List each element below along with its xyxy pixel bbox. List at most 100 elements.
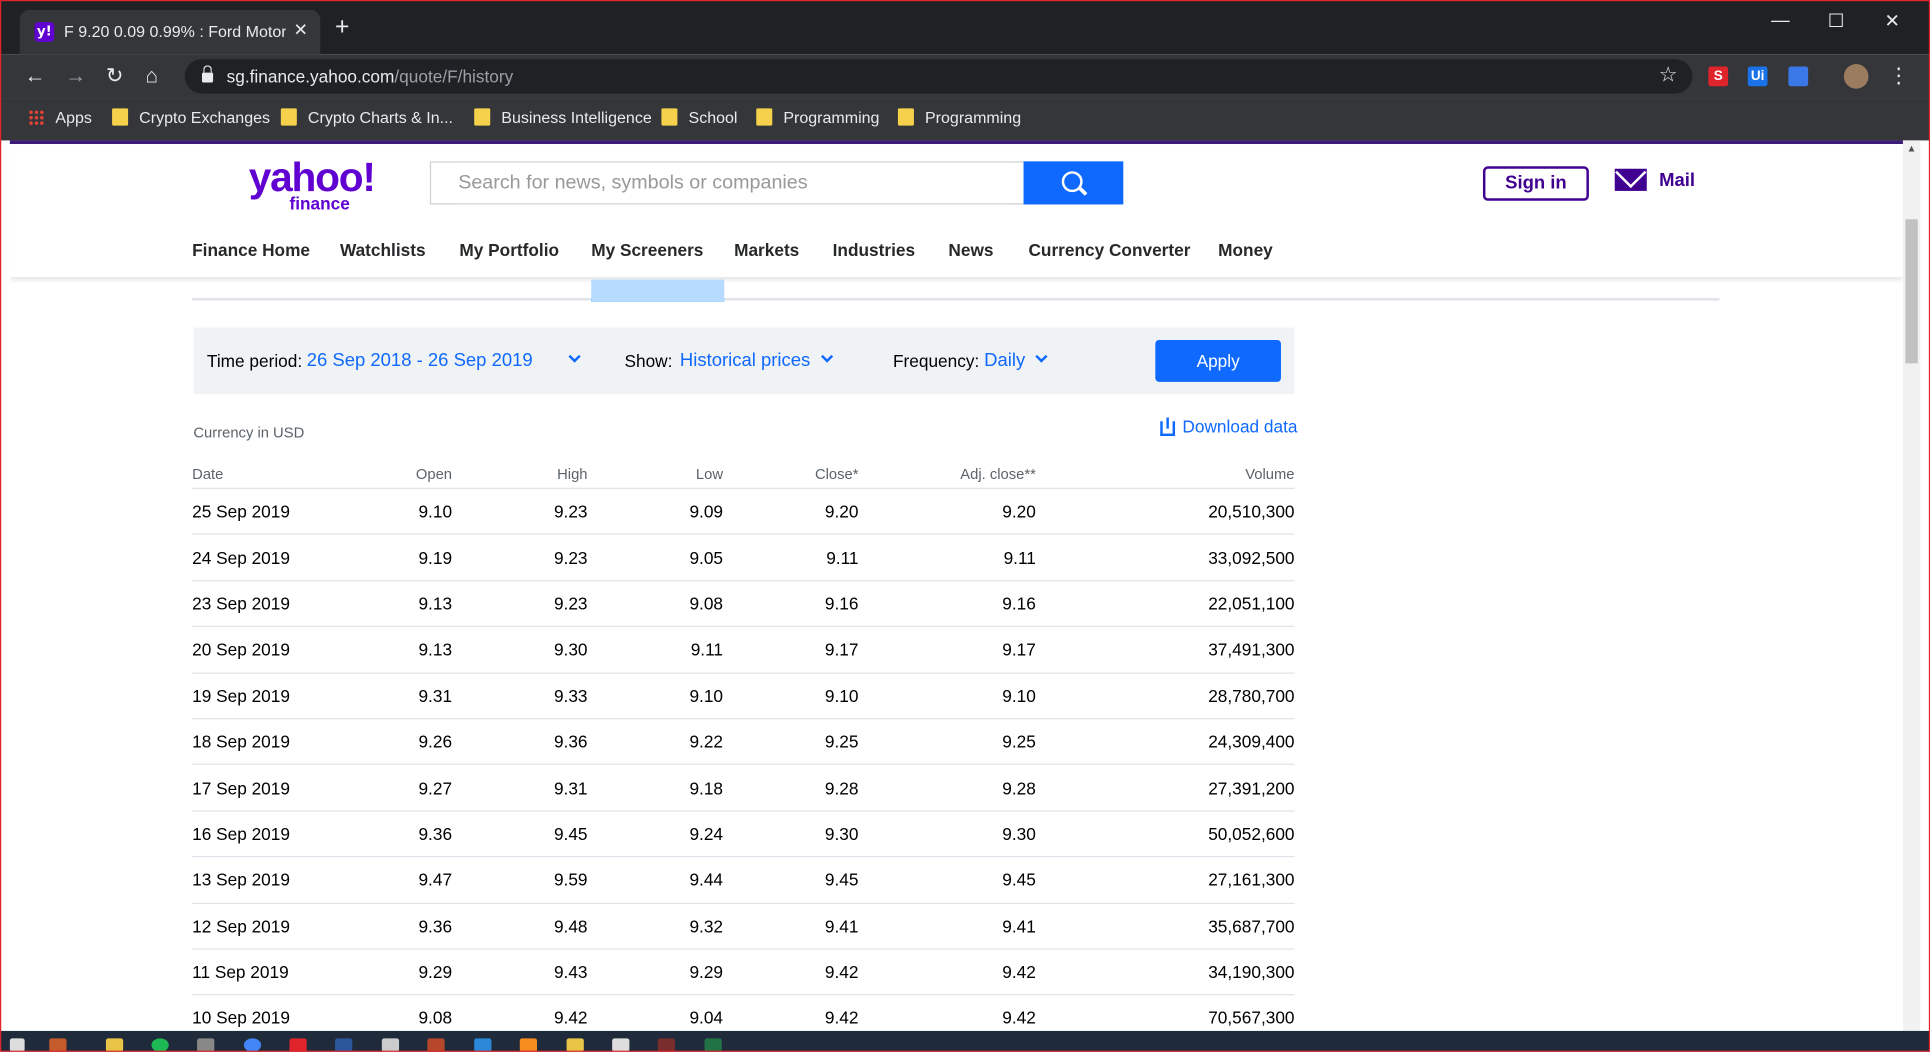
- cell-low: 9.18: [587, 764, 724, 812]
- mail-envelope-icon: [1614, 168, 1647, 191]
- cell-open: 9.26: [376, 718, 453, 766]
- extension-s-icon[interactable]: S: [1708, 66, 1729, 87]
- col-date: Date: [192, 460, 377, 489]
- download-data-link[interactable]: Download data: [1160, 416, 1297, 437]
- nav-my-portfolio[interactable]: My Portfolio: [459, 240, 559, 260]
- bookmark-programming-1[interactable]: Programming: [756, 108, 879, 127]
- excel-icon[interactable]: [704, 1038, 722, 1052]
- bookmark-star-icon[interactable]: ☆: [1659, 63, 1678, 88]
- maximize-icon[interactable]: ☐: [1828, 10, 1845, 32]
- history-controls: Time period: 26 Sep 2018 - 26 Sep 2019 S…: [193, 327, 1295, 395]
- home-icon[interactable]: ⌂: [145, 64, 158, 89]
- cell-high: 9.31: [452, 764, 588, 812]
- cell-low: 9.10: [587, 672, 724, 720]
- taskbar-app-icon[interactable]: [566, 1038, 584, 1052]
- search-input[interactable]: [455, 162, 1003, 204]
- cell-adj-close: 9.42: [858, 948, 1036, 996]
- chrome-icon[interactable]: [243, 1038, 262, 1052]
- cell-date: 23 Sep 2019: [192, 580, 377, 628]
- download-icon: [1160, 417, 1176, 437]
- back-icon[interactable]: ←: [25, 64, 46, 89]
- page-scrollbar[interactable]: ▲: [1902, 140, 1921, 1031]
- col-close: Close*: [723, 460, 859, 489]
- tab-close-icon[interactable]: ✕: [293, 20, 307, 41]
- nav-markets[interactable]: Markets: [734, 240, 799, 260]
- minimize-icon[interactable]: —: [1771, 10, 1789, 31]
- col-volume: Volume: [1035, 460, 1295, 489]
- table-row: 17 Sep 2019 9.27 9.31 9.18 9.28 9.28 27,391,20…: [192, 764, 1295, 812]
- url-text: sg.finance.yahoo.com/quote/F/history: [226, 66, 514, 87]
- spotify-icon[interactable]: [151, 1038, 169, 1052]
- cell-close: 9.16: [723, 580, 859, 628]
- nav-my-screeners[interactable]: My Screeners: [591, 240, 703, 260]
- cell-low: 9.11: [587, 626, 724, 674]
- frequency-dropdown[interactable]: Daily: [984, 350, 1048, 371]
- time-period-dropdown[interactable]: 26 Sep 2018 - 26 Sep 2019: [307, 350, 581, 371]
- bookmark-crypto-charts[interactable]: Crypto Charts & In...: [280, 108, 453, 127]
- forward-icon[interactable]: →: [65, 64, 86, 89]
- currency-note: Currency in USD: [193, 423, 305, 441]
- bookmark-school[interactable]: School: [661, 108, 737, 127]
- table-body: 25 Sep 2019 9.10 9.23 9.09 9.20 9.20 20,510,30…: [192, 488, 1295, 1031]
- extension-ui-icon[interactable]: Ui: [1747, 66, 1768, 87]
- start-icon[interactable]: [9, 1038, 25, 1052]
- scroll-up-icon[interactable]: ▲: [1907, 143, 1917, 154]
- taskbar-app-icon[interactable]: [289, 1038, 307, 1052]
- extension-book-icon[interactable]: [1788, 66, 1809, 87]
- bookmark-business-intelligence[interactable]: Business Intelligence: [474, 108, 652, 127]
- yahoo-finance-page: yahoo! finance Sign in Mail Finance Home…: [9, 144, 1903, 1031]
- bookmark-programming-2[interactable]: Programming: [897, 108, 1021, 127]
- cell-open: 9.36: [376, 810, 453, 858]
- search-button[interactable]: [1023, 161, 1124, 205]
- cell-open: 9.13: [376, 580, 453, 628]
- cell-close: 9.42: [723, 994, 859, 1031]
- bookmark-crypto-exchanges[interactable]: Crypto Exchanges: [112, 108, 270, 127]
- new-tab-icon[interactable]: +: [335, 15, 349, 40]
- cell-date: 25 Sep 2019: [192, 488, 377, 536]
- window-close-icon[interactable]: ✕: [1885, 10, 1900, 32]
- scrollbar-thumb[interactable]: [1905, 219, 1918, 364]
- cell-volume: 28,780,700: [1035, 672, 1295, 720]
- taskbar-app-icon[interactable]: [49, 1038, 67, 1052]
- col-low: Low: [587, 460, 724, 489]
- taskbar-app-icon[interactable]: [612, 1038, 630, 1052]
- address-bar[interactable]: sg.finance.yahoo.com/quote/F/history ☆: [184, 59, 1693, 94]
- show-dropdown[interactable]: Historical prices: [680, 350, 834, 371]
- cell-low: 9.08: [587, 580, 724, 628]
- table-row: 16 Sep 2019 9.36 9.45 9.24 9.30 9.30 50,052,60…: [192, 810, 1295, 858]
- yahoo-favicon-icon: y!: [34, 22, 55, 42]
- apply-button[interactable]: Apply: [1155, 339, 1281, 382]
- profile-avatar[interactable]: [1843, 64, 1869, 89]
- taskbar-app-icon[interactable]: [381, 1038, 400, 1052]
- mail-link[interactable]: Mail: [1614, 168, 1695, 191]
- cell-date: 17 Sep 2019: [192, 764, 377, 812]
- bookmark-apps[interactable]: Apps: [28, 108, 92, 127]
- cell-adj-close: 9.20: [858, 488, 1036, 536]
- table-row: 18 Sep 2019 9.26 9.36 9.22 9.25 9.25 24,309,40…: [192, 718, 1295, 766]
- cell-volume: 70,567,300: [1035, 994, 1295, 1031]
- taskbar-app-icon[interactable]: [427, 1038, 445, 1052]
- taskbar-app-icon[interactable]: [197, 1038, 215, 1052]
- nav-industries[interactable]: Industries: [833, 240, 915, 260]
- nav-news[interactable]: News: [948, 240, 993, 260]
- browser-tab[interactable]: y! F 9.20 0.09 0.99% : Ford Motor C ✕: [19, 9, 321, 55]
- taskbar-app-icon[interactable]: [657, 1038, 675, 1052]
- taskbar-app-icon[interactable]: [519, 1038, 538, 1052]
- word-icon[interactable]: [335, 1038, 353, 1052]
- reload-icon[interactable]: ↻: [106, 64, 124, 89]
- nav-currency-converter[interactable]: Currency Converter: [1028, 240, 1190, 260]
- cell-volume: 33,092,500: [1035, 534, 1295, 582]
- cell-date: 18 Sep 2019: [192, 718, 377, 766]
- sign-in-button[interactable]: Sign in: [1482, 166, 1589, 201]
- cell-adj-close: 9.45: [858, 856, 1036, 904]
- nav-finance-home[interactable]: Finance Home: [192, 240, 310, 260]
- browser-menu-icon[interactable]: ⋮: [1888, 64, 1909, 89]
- cell-volume: 24,309,400: [1035, 718, 1295, 766]
- nav-money[interactable]: Money: [1218, 240, 1273, 260]
- table-row: 11 Sep 2019 9.29 9.43 9.29 9.42 9.42 34,190,30…: [192, 948, 1295, 996]
- search-box: [429, 161, 1024, 205]
- file-explorer-icon[interactable]: [105, 1038, 124, 1052]
- nav-watchlists[interactable]: Watchlists: [340, 240, 426, 260]
- taskbar-app-icon[interactable]: [474, 1038, 492, 1052]
- yahoo-finance-logo[interactable]: yahoo! finance: [249, 156, 376, 213]
